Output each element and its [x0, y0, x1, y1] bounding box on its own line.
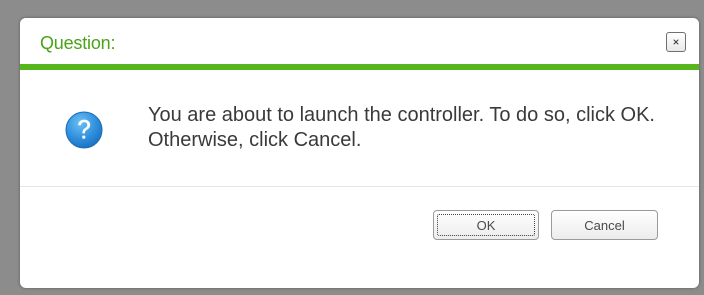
question-mark-icon — [65, 111, 103, 149]
cancel-button-label: Cancel — [584, 217, 625, 233]
dialog-title-bar: Question: — [20, 18, 699, 64]
button-divider — [20, 186, 699, 187]
dialog-message: You are about to launch the controller. … — [148, 104, 655, 151]
ok-button-label: OK — [476, 217, 496, 233]
ok-button[interactable]: OK — [433, 210, 539, 240]
close-button[interactable] — [666, 32, 686, 52]
message-area: You are about to launch the controller. … — [20, 70, 699, 186]
dialog-title: Question: — [40, 33, 116, 53]
close-icon — [673, 39, 679, 45]
question-dialog: Question: You are about to launch the co… — [20, 18, 699, 288]
cancel-button[interactable]: Cancel — [551, 210, 658, 240]
